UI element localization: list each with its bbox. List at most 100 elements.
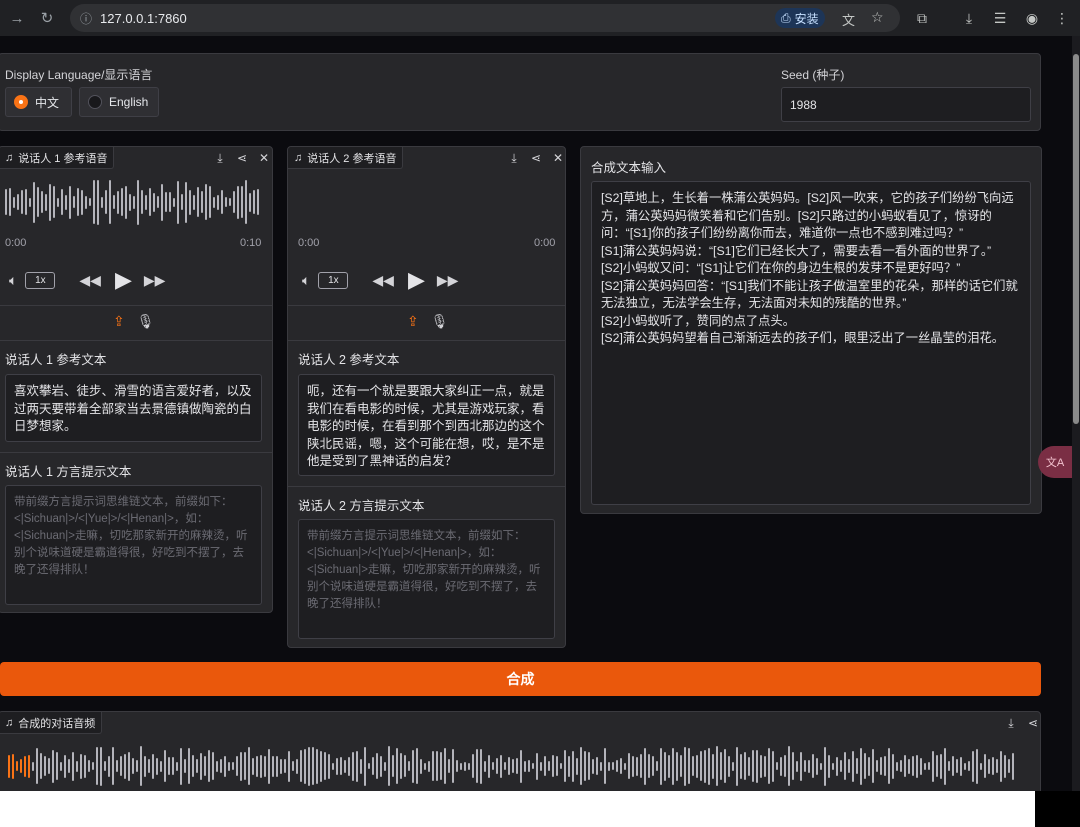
playback-speed-button[interactable]: 1x	[318, 271, 349, 289]
share-icon[interactable]: ⋖	[233, 149, 251, 167]
waveform-bar	[224, 755, 226, 777]
waveform-bar	[380, 755, 382, 777]
waveform-bar	[556, 756, 558, 776]
waveform-bar	[696, 754, 698, 778]
share-icon[interactable]: ⋖	[1024, 714, 1042, 732]
reload-icon[interactable]: ↻	[34, 5, 60, 31]
waveform-bar	[508, 757, 510, 775]
upload-icon[interactable]: ⇪	[407, 313, 419, 330]
skip-forward-icon[interactable]: ▶▶	[437, 272, 459, 289]
waveform-bar	[972, 750, 974, 782]
downloads-icon[interactable]: ⤓	[957, 6, 981, 30]
language-option-zh[interactable]: 中文	[5, 87, 72, 117]
waveform-bar	[892, 753, 894, 779]
waveform-bar	[828, 754, 830, 778]
waveform-bar	[692, 756, 694, 776]
install-app-button[interactable]: ⎙ 安装	[775, 8, 825, 28]
translate-icon[interactable]: 文	[842, 10, 855, 29]
speaker1-waveform[interactable]	[5, 177, 259, 227]
bookmark-star-icon[interactable]: ☆	[871, 9, 884, 26]
upload-icon[interactable]: ⇪	[113, 313, 125, 330]
scrollbar-thumb[interactable]	[1073, 54, 1079, 424]
waveform-bar	[732, 761, 734, 771]
output-waveform[interactable]	[8, 744, 1014, 788]
waveform-bar	[372, 757, 374, 775]
download-icon[interactable]: ⤓	[211, 149, 229, 167]
profile-icon[interactable]: ◉	[1020, 6, 1044, 30]
waveform-bar	[208, 750, 210, 782]
synthesize-button[interactable]: 合成	[0, 662, 1041, 696]
speaker1-text-input[interactable]: 喜欢攀岩、徒步、滑雪的语言爱好者，以及过两天要带着全部家当去景德镇做陶瓷的白日梦…	[5, 374, 262, 442]
close-icon[interactable]: ✕	[255, 149, 273, 167]
speaker2-text-input[interactable]: 呃，还有一个就是要跟大家纠正一点，就是我们在看电影的时候，尤其是游戏玩家，看电影…	[298, 374, 555, 476]
menu-icon[interactable]: ⋮	[1050, 6, 1074, 30]
speaker1-dialect-input[interactable]: 带前缀方言提示词思维链文本，前缀如下：<|Sichuan|>/<|Yue|>/<…	[5, 485, 262, 605]
waveform-bar	[1012, 752, 1014, 780]
play-icon[interactable]: ▶	[115, 267, 132, 293]
divider	[288, 305, 565, 306]
waveform-bar	[976, 748, 978, 784]
waveform-bar	[181, 194, 183, 210]
waveform-bar	[292, 761, 294, 771]
waveform-bar	[864, 753, 866, 779]
microphone-icon[interactable]: 🎙︎	[137, 313, 155, 330]
waveform-bar	[320, 750, 322, 782]
volume-icon[interactable]: 🔈︎	[302, 272, 310, 289]
site-info-icon[interactable]: ⓘ	[80, 10, 92, 27]
language-option-en[interactable]: English	[79, 87, 159, 117]
waveform-bar	[540, 761, 542, 771]
waveform-bar	[113, 195, 115, 209]
seed-input[interactable]: 1988	[781, 87, 1031, 122]
waveform-bar	[564, 750, 566, 782]
volume-icon[interactable]: 🔈︎	[9, 272, 17, 289]
reading-list-icon[interactable]: ☰	[988, 6, 1012, 30]
playback-speed-button[interactable]: 1x	[25, 271, 56, 289]
waveform-bar	[764, 755, 766, 777]
close-icon[interactable]: ✕	[549, 149, 567, 167]
skip-forward-icon[interactable]: ▶▶	[144, 272, 166, 289]
waveform-bar	[216, 760, 218, 772]
waveform-bar	[165, 192, 167, 212]
waveform-bar	[33, 181, 35, 223]
waveform-bar	[980, 762, 982, 770]
waveform-bar	[16, 761, 18, 771]
address-bar[interactable]: ⓘ 127.0.0.1:7860 ⎙ 安装 文 ☆	[70, 4, 900, 32]
waveform-bar	[65, 194, 67, 210]
waveform-bar	[444, 748, 446, 784]
waveform-bar	[844, 752, 846, 780]
extensions-icon[interactable]: ⧉	[910, 6, 934, 30]
share-icon[interactable]: ⋖	[527, 149, 545, 167]
waveform-bar	[360, 758, 362, 774]
waveform-bar	[808, 759, 810, 773]
waveform-bar	[80, 753, 82, 779]
waveform-bar	[240, 751, 242, 781]
microphone-icon[interactable]: 🎙︎	[431, 313, 449, 330]
speaker2-dialect-input[interactable]: 带前缀方言提示词思维链文本，前缀如下：<|Sichuan|>/<|Yue|>/<…	[298, 519, 555, 639]
waveform-bar	[412, 749, 414, 783]
translate-float-icon[interactable]: 文A	[1038, 446, 1072, 478]
waveform-bar	[456, 760, 458, 772]
waveform-bar	[312, 747, 314, 785]
waveform-bar	[408, 761, 410, 771]
page-scrollbar[interactable]	[1072, 36, 1080, 791]
waveform-bar	[812, 754, 814, 778]
waveform-bar	[720, 752, 722, 780]
waveform-bar	[420, 758, 422, 774]
waveform-bar	[364, 746, 366, 786]
download-icon[interactable]: ⤓	[1002, 714, 1020, 732]
speaker2-time-start: 0:00	[298, 237, 320, 249]
waveform-bar	[704, 749, 706, 783]
speaker1-time-end: 0:10	[240, 237, 262, 249]
waveform-bar	[89, 198, 91, 206]
waveform-bar	[964, 762, 966, 770]
play-icon[interactable]: ▶	[408, 267, 425, 293]
waveform-bar	[212, 752, 214, 780]
waveform-bar	[236, 756, 238, 776]
download-icon[interactable]: ⤓	[505, 149, 523, 167]
forward-icon[interactable]: →	[4, 5, 30, 31]
browser-toolbar: → ↻ ⓘ 127.0.0.1:7860 ⎙ 安装 文 ☆ ⧉ ⤓ ☰ ◉ ⋮	[0, 0, 1080, 36]
synthesis-text-input[interactable]: [S2]草地上，生长着一株蒲公英妈妈。[S2]风一吹来，它的孩子们纷纷飞向远方，…	[591, 181, 1031, 505]
skip-back-icon[interactable]: ◀◀	[372, 272, 394, 289]
skip-back-icon[interactable]: ◀◀	[79, 272, 101, 289]
waveform-bar	[109, 180, 111, 224]
